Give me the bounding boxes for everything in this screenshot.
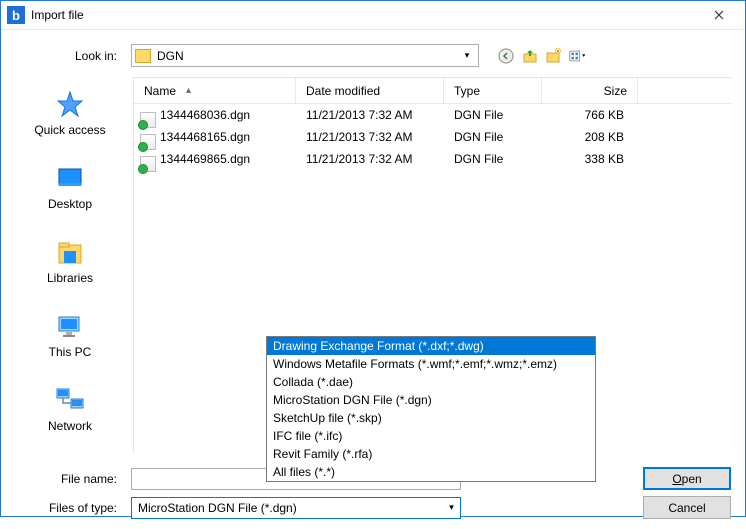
filetype-option[interactable]: SketchUp file (*.skp) (267, 409, 595, 427)
app-logo-icon: b (7, 6, 25, 24)
filetype-row: Files of type: MicroStation DGN File (*.… (15, 496, 731, 519)
look-in-label: Look in: (15, 49, 123, 63)
file-type: DGN File (444, 152, 542, 166)
look-in-toolbar (497, 47, 587, 65)
chevron-down-icon[interactable]: ▾ (459, 46, 475, 65)
file-size: 208 KB (542, 130, 638, 144)
titlebar: b Import file (1, 1, 745, 30)
file-name: 1344468165.dgn (134, 130, 296, 144)
filetype-combobox[interactable]: MicroStation DGN File (*.dgn) ▾ (131, 497, 461, 519)
up-one-level-button[interactable] (521, 47, 539, 65)
libraries-icon (54, 237, 86, 269)
look-in-value: DGN (157, 49, 459, 63)
file-size: 766 KB (542, 108, 638, 122)
file-row[interactable]: 1344468165.dgn 11/21/2013 7:32 AM DGN Fi… (134, 126, 731, 148)
filetype-option[interactable]: Collada (*.dae) (267, 373, 595, 391)
file-type: DGN File (444, 108, 542, 122)
filetype-dropdown-list[interactable]: Drawing Exchange Format (*.dxf;*.dwg) Wi… (266, 336, 596, 482)
file-date: 11/21/2013 7:32 AM (296, 152, 444, 166)
file-date: 11/21/2013 7:32 AM (296, 130, 444, 144)
file-list: 1344468036.dgn 11/21/2013 7:32 AM DGN Fi… (134, 104, 731, 170)
view-menu-button[interactable] (569, 47, 587, 65)
places-bar: Quick access Desktop Libraries This PC N… (15, 77, 125, 453)
filetype-option[interactable]: IFC file (*.ifc) (267, 427, 595, 445)
sidebar-item-libraries[interactable]: Libraries (28, 231, 112, 291)
sidebar-item-quick-access[interactable]: Quick access (28, 83, 112, 143)
filename-label: File name: (15, 472, 123, 486)
desktop-icon (54, 163, 86, 195)
sidebar-item-desktop[interactable]: Desktop (28, 157, 112, 217)
column-header-type[interactable]: Type (444, 78, 542, 103)
this-pc-icon (54, 311, 86, 343)
filetype-option[interactable]: Windows Metafile Formats (*.wmf;*.emf;*.… (267, 355, 595, 373)
open-button[interactable]: Open (643, 467, 731, 490)
filetype-option[interactable]: All files (*.*) (267, 463, 595, 481)
network-icon (54, 385, 86, 417)
sort-asc-icon: ▴ (186, 85, 191, 96)
folder-icon (135, 49, 151, 63)
file-type: DGN File (444, 130, 542, 144)
column-header-name[interactable]: Name▴ (134, 78, 296, 103)
sidebar-item-label: This PC (49, 345, 92, 359)
file-row[interactable]: 1344469865.dgn 11/21/2013 7:32 AM DGN Fi… (134, 148, 731, 170)
file-row[interactable]: 1344468036.dgn 11/21/2013 7:32 AM DGN Fi… (134, 104, 731, 126)
filetype-option[interactable]: Drawing Exchange Format (*.dxf;*.dwg) (267, 337, 595, 355)
file-list-header: Name▴ Date modified Type Size (134, 78, 731, 104)
cancel-button[interactable]: Cancel (643, 496, 731, 519)
filetype-label: Files of type: (15, 501, 123, 515)
look-in-combobox[interactable]: DGN ▾ (131, 44, 479, 67)
sidebar-item-label: Network (48, 419, 92, 433)
close-button[interactable] (699, 1, 739, 29)
new-folder-button[interactable] (545, 47, 563, 65)
sidebar-item-label: Desktop (48, 197, 92, 211)
filetype-option[interactable]: Revit Family (*.rfa) (267, 445, 595, 463)
file-date: 11/21/2013 7:32 AM (296, 108, 444, 122)
look-in-row: Look in: DGN ▾ (15, 44, 731, 67)
chevron-down-icon[interactable]: ▾ (443, 498, 460, 518)
window-title: Import file (31, 8, 699, 22)
column-header-size[interactable]: Size (542, 78, 638, 103)
sidebar-item-label: Libraries (47, 271, 93, 285)
file-name: 1344468036.dgn (134, 108, 296, 122)
sidebar-item-network[interactable]: Network (28, 379, 112, 439)
file-size: 338 KB (542, 152, 638, 166)
back-button[interactable] (497, 47, 515, 65)
file-name: 1344469865.dgn (134, 152, 296, 166)
filetype-value: MicroStation DGN File (*.dgn) (132, 501, 443, 515)
column-header-date[interactable]: Date modified (296, 78, 444, 103)
sidebar-item-label: Quick access (34, 123, 105, 137)
quick-access-icon (54, 89, 86, 121)
filetype-option[interactable]: MicroStation DGN File (*.dgn) (267, 391, 595, 409)
sidebar-item-this-pc[interactable]: This PC (28, 305, 112, 365)
import-file-dialog: b Import file Look in: DGN ▾ (0, 0, 746, 517)
